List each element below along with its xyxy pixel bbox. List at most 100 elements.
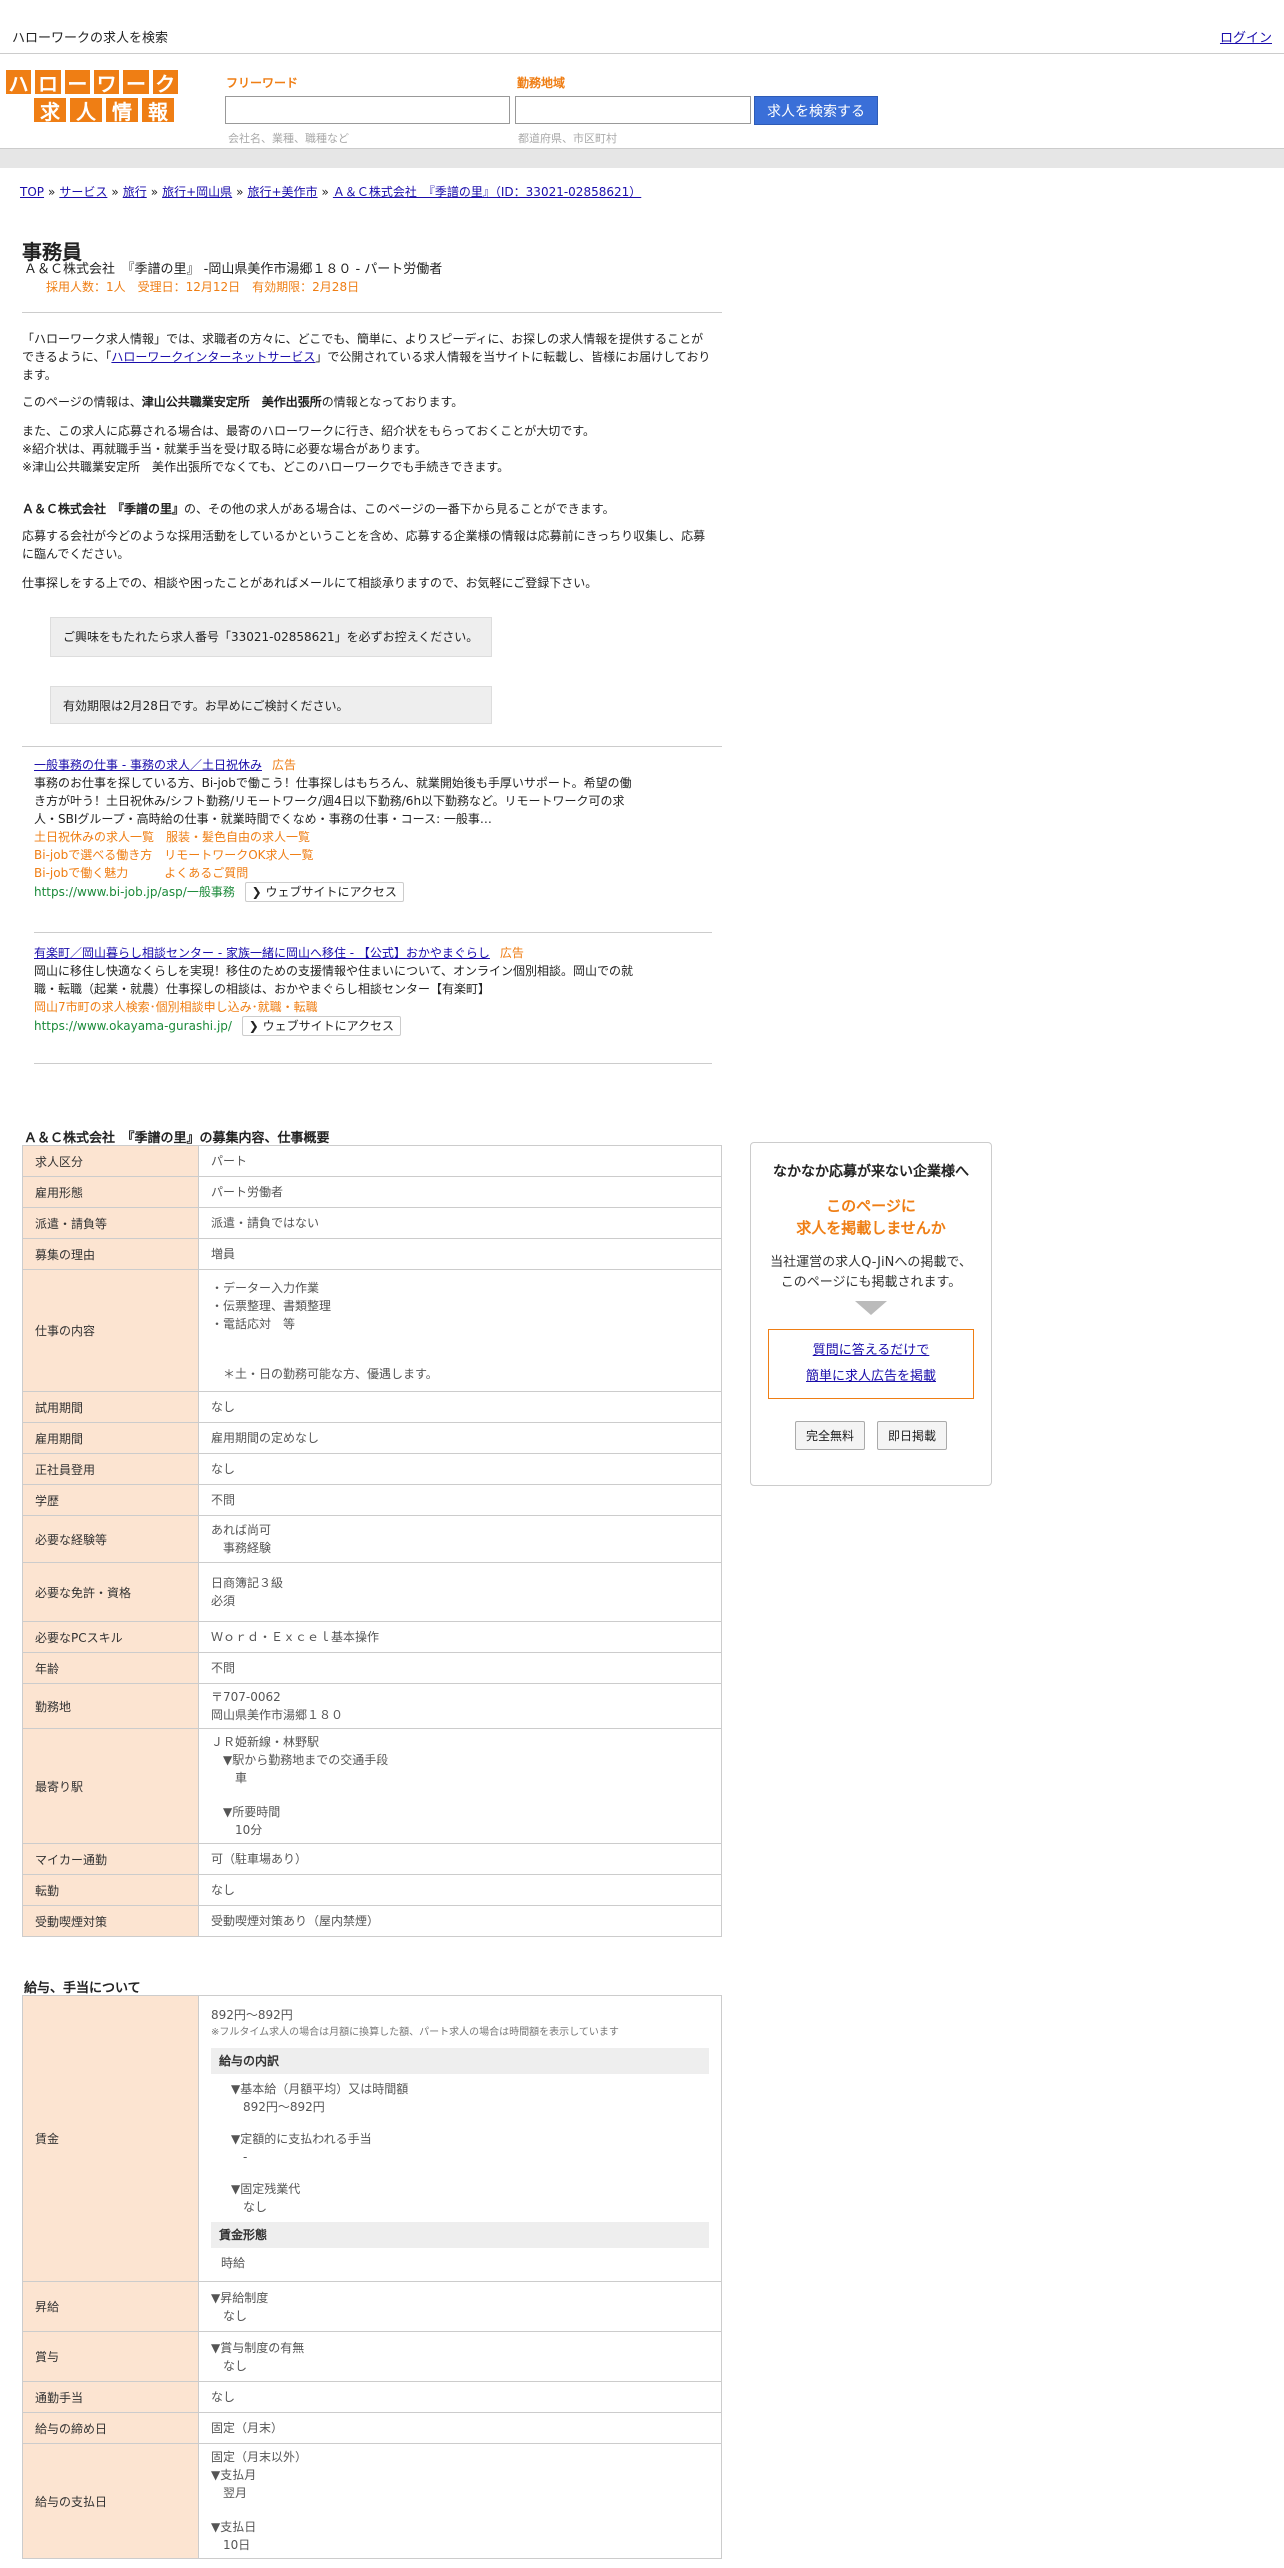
row-value: 派遣・請負ではない [198, 1207, 722, 1239]
job-detail-table: 求人区分 パート 雇用形態 パート労働者 派遣・請負等 派遣・請負ではない 募集の理由 増員仕… [22, 1145, 722, 1937]
divider [34, 932, 712, 933]
ad-url[interactable]: https://www.bi-job.jp/asp/一般事務 [34, 885, 235, 899]
row-label: 仕事の内容 [22, 1269, 199, 1392]
area-input[interactable] [515, 96, 751, 124]
ad-headline[interactable]: 一般事務の仕事 - 事務の求人／土日祝休み [34, 758, 262, 772]
free-button[interactable]: 完全無料 [794, 1421, 865, 1450]
ad-tag: 広告 [499, 946, 524, 960]
row-value: パート [198, 1145, 722, 1177]
divider [34, 1063, 712, 1064]
intro-paragraph-3: また、この求人に応募される場合は、最寄のハローワークに行き、紹介状をもらっておく… [22, 424, 596, 474]
hellowork-internet-link[interactable]: ハローワークインターネットサービス [111, 350, 315, 364]
table-row: 勤務地 〒707-0062 岡山県美作市湯郷１８０ [22, 1683, 722, 1729]
intro-paragraph-6: 仕事探しをする上での、相談や困ったことがあればメールにて相談承りますので、お気軽… [22, 576, 598, 590]
row-label: 受動喫煙対策 [22, 1905, 199, 1937]
ad-body: 事務のお仕事を探している方、Bi-jobで働こう！仕事探しはもちろん、就業開始後… [34, 776, 632, 826]
row-value: ＪＲ姫新線・林野駅 ▼駅から勤務地までの交通手段 車 ▼所要時間 10分 [198, 1728, 722, 1844]
logo-char: ロ [34, 69, 62, 96]
promo-link-1[interactable]: 質問に答えるだけで [813, 1343, 930, 1358]
ad-body: 岡山に移住し快適なくらしを実現！移住のための支援情報や住まいについて、オンライン… [34, 964, 634, 996]
keyword-input[interactable] [225, 96, 510, 124]
ad-sitelink[interactable]: Bi-jobで働く魅力 よくあるご質問 [34, 864, 634, 882]
logo-char: 求 [33, 97, 67, 124]
job-meta: 採用人数：1人 受理日：12月12日 有効期限：2月28日 [46, 280, 360, 294]
table-row: 必要な経験等 あれば尚可 事務経験 [22, 1515, 722, 1563]
login-link[interactable]: ログイン [1220, 27, 1272, 46]
row-label: 勤務地 [22, 1683, 199, 1729]
ad-headline[interactable]: 有楽町／岡山暮らし相談センター - 家族一緒に岡山へ移住 - 【公式】おかやまぐ… [34, 946, 490, 960]
logo-char: 報 [141, 97, 175, 124]
ad-tag: 広告 [271, 758, 296, 772]
table-row: マイカー通勤 可（駐車場あり） [22, 1843, 722, 1875]
ad-sitelink[interactable]: Bi-jobで選べる働き方 リモートワークOK求人一覧 [34, 846, 634, 864]
table-row: 給与の支払日 固定（月末以外） ▼支払月 翌月 ▼支払日 10日 [22, 2443, 722, 2559]
row-label: 必要な免許・資格 [22, 1562, 199, 1622]
row-label: マイカー通勤 [22, 1843, 199, 1875]
row-value: なし [198, 2381, 722, 2413]
section-title-wage: 給与、手当について [24, 1981, 141, 1996]
row-value: 〒707-0062 岡山県美作市湯郷１８０ [198, 1683, 722, 1729]
row-value: 不問 [198, 1484, 722, 1516]
job-subtitle: Ａ＆Ｃ株式会社 『季譜の里』 -岡山県美作市湯郷１８０ - パート労働者 [24, 262, 443, 277]
row-value: 892円〜892円 ※フルタイム求人の場合は月額に換算した額、パート求人の場合は… [198, 1995, 722, 2282]
intro-paragraph-4: Ａ＆Ｃ株式会社 『季譜の里』の、その他の求人がある場合は、このページの一番下から… [22, 502, 615, 516]
row-value: 固定（月末） [198, 2412, 722, 2444]
ad-sitelink[interactable]: 岡山7市町の求人検索･個別相談申し込み･就職・転職 [34, 998, 634, 1016]
divider [22, 746, 722, 747]
ad-url[interactable]: https://www.okayama-gurashi.jp/ [34, 1019, 232, 1033]
table-row: 派遣・請負等 派遣・請負ではない [22, 1207, 722, 1239]
row-label: 賞与 [22, 2331, 199, 2382]
hellowork-logo[interactable]: ハローワーク 求人情報 [4, 68, 180, 124]
row-value: ・データー入力作業 ・伝票整理、書類整理 ・電話応対 等 ＊土・日の勤務可能な方、優… [198, 1269, 722, 1392]
promo-link-2[interactable]: 簡単に求人広告を掲載 [806, 1369, 936, 1384]
breadcrumb-item[interactable]: 旅行+岡山県 [162, 185, 232, 199]
row-label: 最寄り駅 [22, 1728, 199, 1844]
top-bar: ハローワークの求人を検索 ログイン [0, 0, 1284, 54]
row-value: なし [198, 1874, 722, 1906]
breadcrumb-item[interactable]: Ａ＆Ｃ株式会社 『季譜の里』（ID：33021-02858621） [333, 185, 641, 199]
same-day-button[interactable]: 即日掲載 [877, 1421, 948, 1450]
breadcrumb-item[interactable]: サービス [59, 185, 107, 199]
table-row: 給与の締め日 固定（月末） [22, 2412, 722, 2444]
breadcrumb-item[interactable]: 旅行+美作市 [247, 185, 317, 199]
row-value: あれば尚可 事務経験 [198, 1515, 722, 1563]
row-label: 年齢 [22, 1652, 199, 1684]
visit-website-button[interactable]: ❯ ウェブサイトにアクセス [244, 882, 404, 902]
row-label: 必要なPCスキル [22, 1621, 199, 1653]
row-value: 日商簿記３級 必須 [198, 1562, 722, 1622]
row-label: 給与の支払日 [22, 2443, 199, 2559]
table-row: 学歴 不問 [22, 1484, 722, 1516]
breadcrumb-item[interactable]: 旅行 [123, 185, 147, 199]
row-label: 賃金 [22, 1995, 199, 2282]
divider-band [0, 148, 1284, 168]
breadcrumb-item[interactable]: TOP [20, 185, 44, 199]
table-row: 賞与 ▼賞与制度の有無 なし [22, 2331, 722, 2382]
table-row: 必要なPCスキル Ｗｏｒｄ・Ｅｘｃｅｌ基本操作 [22, 1621, 722, 1653]
section-title-overview: Ａ＆Ｃ株式会社 『季譜の里』の募集内容、仕事概要 [24, 1131, 330, 1146]
table-row: 昇給 ▼昇給制度 なし [22, 2281, 722, 2332]
table-row: 最寄り駅 ＪＲ姫新線・林野駅 ▼駅から勤務地までの交通手段 車 ▼所要時間 10分 [22, 1728, 722, 1844]
row-value: ▼昇給制度 なし [198, 2281, 722, 2332]
visit-website-button[interactable]: ❯ ウェブサイトにアクセス [241, 1016, 402, 1036]
keyword-label: フリーワード [226, 76, 299, 90]
row-value: パート労働者 [198, 1176, 722, 1208]
table-row: 雇用期間 雇用期間の定めなし [22, 1422, 722, 1454]
intro-paragraph-5: 応募する会社が今どのような採用活動をしているかということを含め、応募する企業様の… [22, 529, 706, 561]
row-label: 試用期間 [22, 1391, 199, 1423]
ad-sitelink[interactable]: 土日祝休みの求人一覧 服装・髪色自由の求人一覧 [34, 828, 634, 846]
logo-char: ク [151, 69, 179, 96]
search-button[interactable]: 求人を検索する [754, 96, 878, 125]
promo-text: 当社運営の求人Q-JiNへの掲載で、 このページにも掲載されます。 [770, 1255, 972, 1290]
row-label: 通勤手当 [22, 2381, 199, 2413]
row-label: 求人区分 [22, 1145, 199, 1177]
table-row: 必要な免許・資格 日商簿記３級 必須 [22, 1562, 722, 1622]
row-value: ▼賞与制度の有無 なし [198, 2331, 722, 2382]
table-row: 受動喫煙対策 受動喫煙対策あり（屋内禁煙） [22, 1905, 722, 1937]
table-row: 転勤 なし [22, 1874, 722, 1906]
row-value: 固定（月末以外） ▼支払月 翌月 ▼支払日 10日 [198, 2443, 722, 2559]
row-label: 派遣・請負等 [22, 1207, 199, 1239]
ad-block-1: 一般事務の仕事 - 事務の求人／土日祝休み 広告 事務のお仕事を探している方、Bi… [34, 756, 634, 902]
row-label: 正社員登用 [22, 1453, 199, 1485]
row-value: なし [198, 1391, 722, 1423]
promo-catch: このページに 求人を掲載しませんか [796, 1197, 946, 1237]
